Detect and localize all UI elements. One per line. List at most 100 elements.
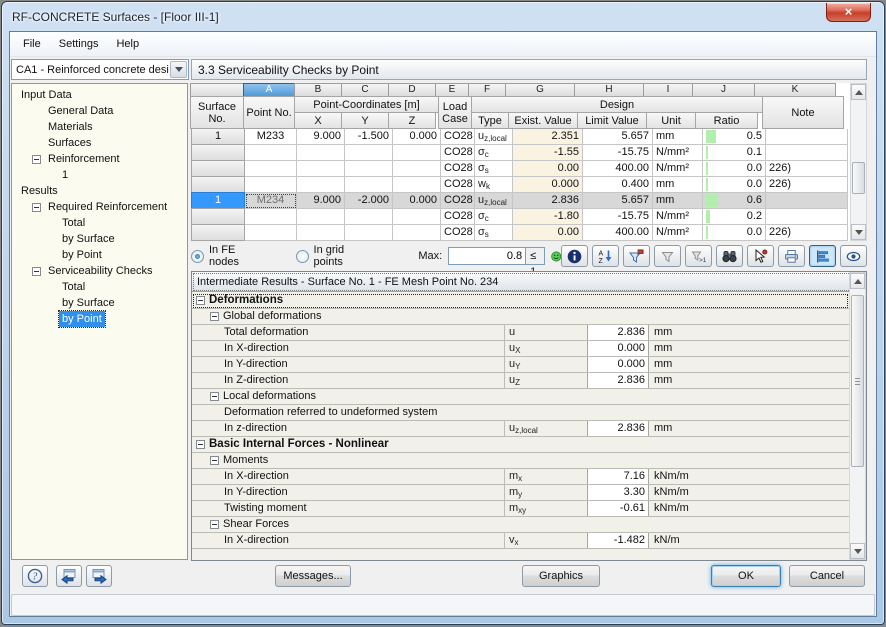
table-row[interactable]: CO28 wk 0.000 0.400 mm 0.0 226): [191, 177, 848, 193]
column-letter-F[interactable]: F: [468, 83, 506, 97]
cell-surface-no[interactable]: 1: [191, 192, 245, 209]
cell-type[interactable]: σc: [475, 209, 513, 225]
cell-type[interactable]: wk: [475, 177, 513, 193]
cell-y[interactable]: -2.000: [345, 193, 393, 209]
cell-note[interactable]: 226): [766, 177, 848, 193]
cell-surface-no[interactable]: [191, 224, 245, 241]
column-letter-G[interactable]: G: [505, 83, 575, 97]
tree-item[interactable]: by Surface: [12, 231, 187, 247]
column-letter-C[interactable]: C: [341, 83, 389, 97]
partial-view-filter-button[interactable]: [623, 245, 650, 267]
cell-load-case[interactable]: CO28: [441, 129, 475, 145]
tree-item[interactable]: Surfaces: [12, 135, 187, 151]
collapse-box-icon[interactable]: [32, 203, 41, 212]
tree-item[interactable]: Input Data: [12, 87, 187, 103]
sort-button[interactable]: A Z: [592, 245, 619, 267]
close-button[interactable]: ×: [826, 3, 871, 22]
cell-load-case[interactable]: CO28: [441, 209, 475, 225]
collapse-box-icon[interactable]: [32, 267, 41, 276]
column-letter-B[interactable]: B: [294, 83, 342, 97]
cell-load-case[interactable]: CO28: [441, 193, 475, 209]
cell-x[interactable]: 9.000: [297, 129, 345, 145]
cell-load-case[interactable]: CO28: [441, 145, 475, 161]
table-row[interactable]: 1 M234 9.000 -2.000 0.000 CO28 uz,local …: [191, 193, 848, 209]
cell-note[interactable]: 226): [766, 225, 848, 241]
tree-item[interactable]: 1: [12, 167, 187, 183]
cell-x[interactable]: [297, 225, 345, 241]
cell-limit-value[interactable]: 0.400: [583, 177, 653, 193]
cell-x[interactable]: [297, 177, 345, 193]
cell-ratio[interactable]: 0.5: [703, 129, 766, 145]
cell-type[interactable]: σs: [475, 225, 513, 241]
table-row[interactable]: CO28 σc -1.80 -15.75 N/mm² 0.2: [191, 209, 848, 225]
cell-z[interactable]: [393, 209, 441, 225]
help-button[interactable]: ?: [22, 565, 48, 587]
previous-table-button[interactable]: [56, 565, 82, 587]
tree-item[interactable]: Serviceability Checks: [12, 263, 187, 279]
cell-x[interactable]: 9.000: [297, 193, 345, 209]
cell-surface-no[interactable]: [191, 176, 245, 193]
cell-limit-value[interactable]: 5.657: [583, 193, 653, 209]
find-button[interactable]: [716, 245, 743, 267]
cell-point-no[interactable]: [245, 177, 297, 193]
tree-item[interactable]: Total: [12, 215, 187, 231]
cell-x[interactable]: [297, 145, 345, 161]
grid-points-radio[interactable]: [296, 250, 309, 263]
cell-type[interactable]: uz,local: [475, 129, 513, 145]
cell-surface-no[interactable]: [191, 144, 245, 161]
print-button[interactable]: [778, 245, 805, 267]
filter-button[interactable]: [654, 245, 681, 267]
ok-button[interactable]: OK: [711, 565, 781, 587]
cell-unit[interactable]: mm: [653, 193, 703, 209]
cell-limit-value[interactable]: 5.657: [583, 129, 653, 145]
table-row[interactable]: CO28 σs 0.00 400.00 N/mm² 0.0 226): [191, 225, 848, 241]
cell-limit-value[interactable]: 400.00: [583, 225, 653, 241]
table-row[interactable]: CO28 σs 0.00 400.00 N/mm² 0.0 226): [191, 161, 848, 177]
combo-dropdown-button[interactable]: [170, 61, 187, 78]
info-button[interactable]: [561, 245, 588, 267]
cell-unit[interactable]: N/mm²: [653, 225, 703, 241]
cell-type[interactable]: σc: [475, 145, 513, 161]
column-letter-A[interactable]: A: [243, 83, 295, 97]
cell-y[interactable]: [345, 177, 393, 193]
column-letter-I[interactable]: I: [643, 83, 693, 97]
cell-unit[interactable]: N/mm²: [653, 209, 703, 225]
cell-type[interactable]: σs: [475, 161, 513, 177]
cell-y[interactable]: -1.500: [345, 129, 393, 145]
cell-ratio[interactable]: 0.1: [703, 145, 766, 161]
cell-x[interactable]: [297, 161, 345, 177]
cell-y[interactable]: [345, 209, 393, 225]
cell-ratio[interactable]: 0.0: [703, 161, 766, 177]
view-mode-button[interactable]: [840, 245, 867, 267]
collapse-box-icon[interactable]: [196, 296, 205, 305]
cell-note[interactable]: [766, 193, 848, 209]
graphics-button[interactable]: Graphics: [522, 565, 600, 587]
column-letter-E[interactable]: E: [435, 83, 469, 97]
cell-exist-value[interactable]: 2.836: [513, 193, 583, 209]
cell-surface-no[interactable]: 1: [191, 128, 245, 145]
fe-nodes-radio[interactable]: [191, 250, 204, 263]
column-letter-J[interactable]: J: [692, 83, 755, 97]
cell-surface-no[interactable]: [191, 208, 245, 225]
filter-greater-one-button[interactable]: >1: [685, 245, 712, 267]
cell-point-no[interactable]: [245, 145, 297, 161]
menu-item-settings[interactable]: Settings: [50, 34, 108, 54]
tree-item[interactable]: Reinforcement: [12, 151, 187, 167]
cell-limit-value[interactable]: -15.75: [583, 209, 653, 225]
design-case-combobox[interactable]: CA1 - Reinforced concrete desi: [11, 59, 189, 80]
collapse-box-icon[interactable]: [210, 456, 219, 465]
cell-note[interactable]: [766, 209, 848, 225]
menu-item-help[interactable]: Help: [107, 34, 148, 54]
cell-unit[interactable]: N/mm²: [653, 161, 703, 177]
cell-type[interactable]: uz,local: [475, 193, 513, 209]
cell-z[interactable]: [393, 225, 441, 241]
cell-ratio[interactable]: 0.2: [703, 209, 766, 225]
cell-note[interactable]: [766, 129, 848, 145]
table-vertical-scrollbar[interactable]: [850, 83, 867, 241]
cell-exist-value[interactable]: 0.00: [513, 161, 583, 177]
title-bar[interactable]: RF-CONCRETE Surfaces - [Floor III-1]: [2, 2, 884, 31]
cell-x[interactable]: [297, 209, 345, 225]
cell-exist-value[interactable]: 0.000: [513, 177, 583, 193]
cell-ratio[interactable]: 0.0: [703, 225, 766, 241]
cell-exist-value[interactable]: 0.00: [513, 225, 583, 241]
